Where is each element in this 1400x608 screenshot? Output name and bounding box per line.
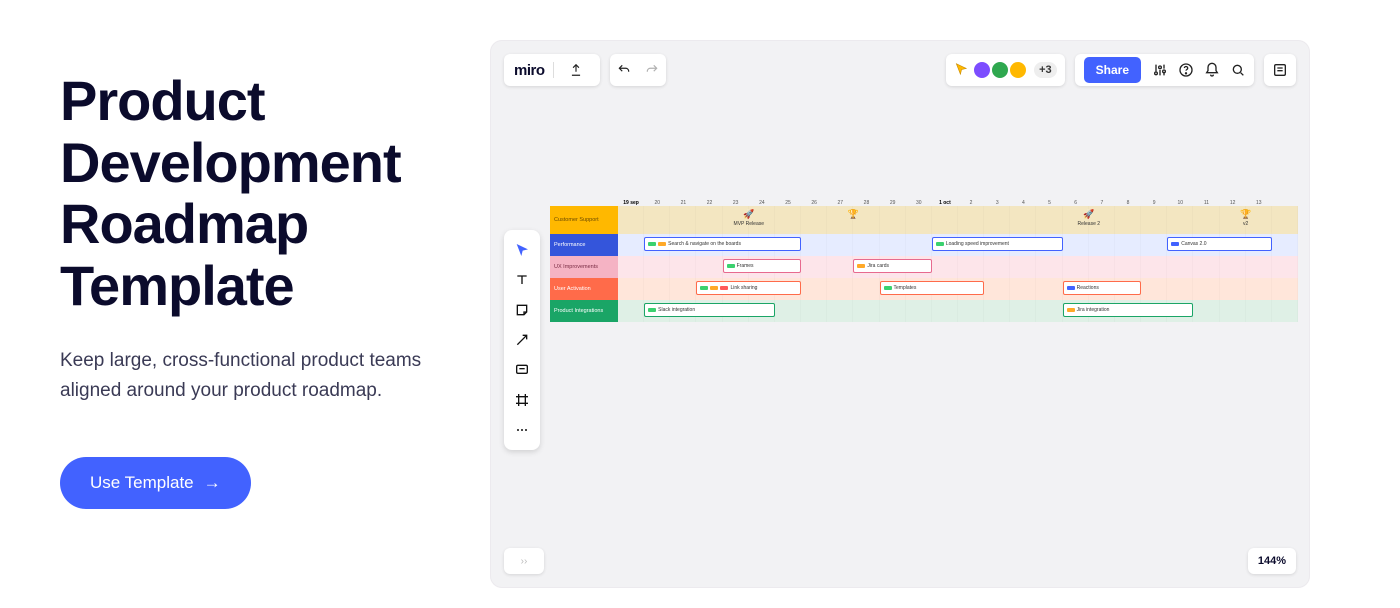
roadmap-task[interactable]: Reactions <box>1063 281 1141 295</box>
page-title: Product Development Roadmap Template <box>60 70 450 316</box>
redo-icon[interactable] <box>638 54 666 86</box>
bell-icon[interactable] <box>1202 60 1222 80</box>
minimap-toggle[interactable]: ›› <box>504 548 544 574</box>
roadmap-task[interactable]: Search & navigate on the boards <box>644 237 801 251</box>
roadmap-task[interactable]: Templates <box>880 281 985 295</box>
undo-redo-pill <box>610 54 666 86</box>
more-tools-icon[interactable] <box>507 416 537 444</box>
timeline-days: 19 sep20212223242526272829301 oct2345678… <box>618 190 1298 206</box>
collaborators-more-count[interactable]: +3 <box>1034 62 1057 78</box>
comment-tool-icon[interactable] <box>507 356 537 384</box>
share-button[interactable]: Share <box>1084 57 1141 83</box>
roadmap-canvas: 19 sep20212223242526272829301 oct2345678… <box>550 190 1298 322</box>
lane-label: Customer Support <box>550 206 618 234</box>
roadmap-task[interactable]: Frames <box>723 259 801 273</box>
text-tool-icon[interactable] <box>507 266 537 294</box>
export-icon[interactable] <box>562 54 590 86</box>
lane-activation: User Activation Link sharing Templates Rea… <box>550 278 1298 300</box>
lane-label: Product Integrations <box>550 300 618 322</box>
lane-performance: Performance Search & navigate on the boa… <box>550 234 1298 256</box>
arrow-tool-icon[interactable] <box>507 326 537 354</box>
page-subtitle: Keep large, cross-functional product tea… <box>60 346 440 405</box>
undo-icon[interactable] <box>610 54 638 86</box>
collaborators-pill: +3 <box>946 54 1065 86</box>
top-toolgroup: Share <box>1075 54 1254 86</box>
miro-logo: miro <box>514 62 545 79</box>
frame-tool-icon[interactable] <box>507 386 537 414</box>
lane-label: UX Improvements <box>550 256 618 278</box>
roadmap-task[interactable]: Link sharing <box>696 281 801 295</box>
roadmap-task[interactable]: Slack integration <box>644 303 775 317</box>
logo-pill[interactable]: miro <box>504 54 600 86</box>
roadmap-task[interactable]: Loading speed improvement <box>932 237 1063 251</box>
sticky-tool-icon[interactable] <box>507 296 537 324</box>
avatar[interactable] <box>990 60 1010 80</box>
lane-label: User Activation <box>550 278 618 300</box>
tool-palette <box>504 230 540 450</box>
avatar[interactable] <box>972 60 992 80</box>
cursor-icon <box>954 62 970 78</box>
arrow-right-icon: → <box>204 473 221 493</box>
cta-label: Use Template <box>90 473 194 493</box>
miro-board-preview: miro <box>490 40 1310 588</box>
lane-ux: UX Improvements Frames Jira cards <box>550 256 1298 278</box>
zoom-level[interactable]: 144% <box>1248 548 1296 574</box>
roadmap-task[interactable]: Jira cards <box>853 259 931 273</box>
select-tool-icon[interactable] <box>507 236 537 264</box>
roadmap-task[interactable]: Canvas 2.0 <box>1167 237 1272 251</box>
lane-customer-support: Customer Support 🚀MVP Release🏆🚀Release 2… <box>550 206 1298 234</box>
avatar[interactable] <box>1008 60 1028 80</box>
use-template-button[interactable]: Use Template → <box>60 457 251 509</box>
roadmap-task[interactable]: Jira integration <box>1063 303 1194 317</box>
help-icon[interactable] <box>1176 60 1196 80</box>
search-icon[interactable] <box>1228 60 1248 80</box>
lane-label: Performance <box>550 234 618 256</box>
settings-sliders-icon[interactable] <box>1150 60 1170 80</box>
lane-integrations: Product Integrations Slack integration Ji… <box>550 300 1298 322</box>
comments-button[interactable] <box>1264 54 1296 86</box>
